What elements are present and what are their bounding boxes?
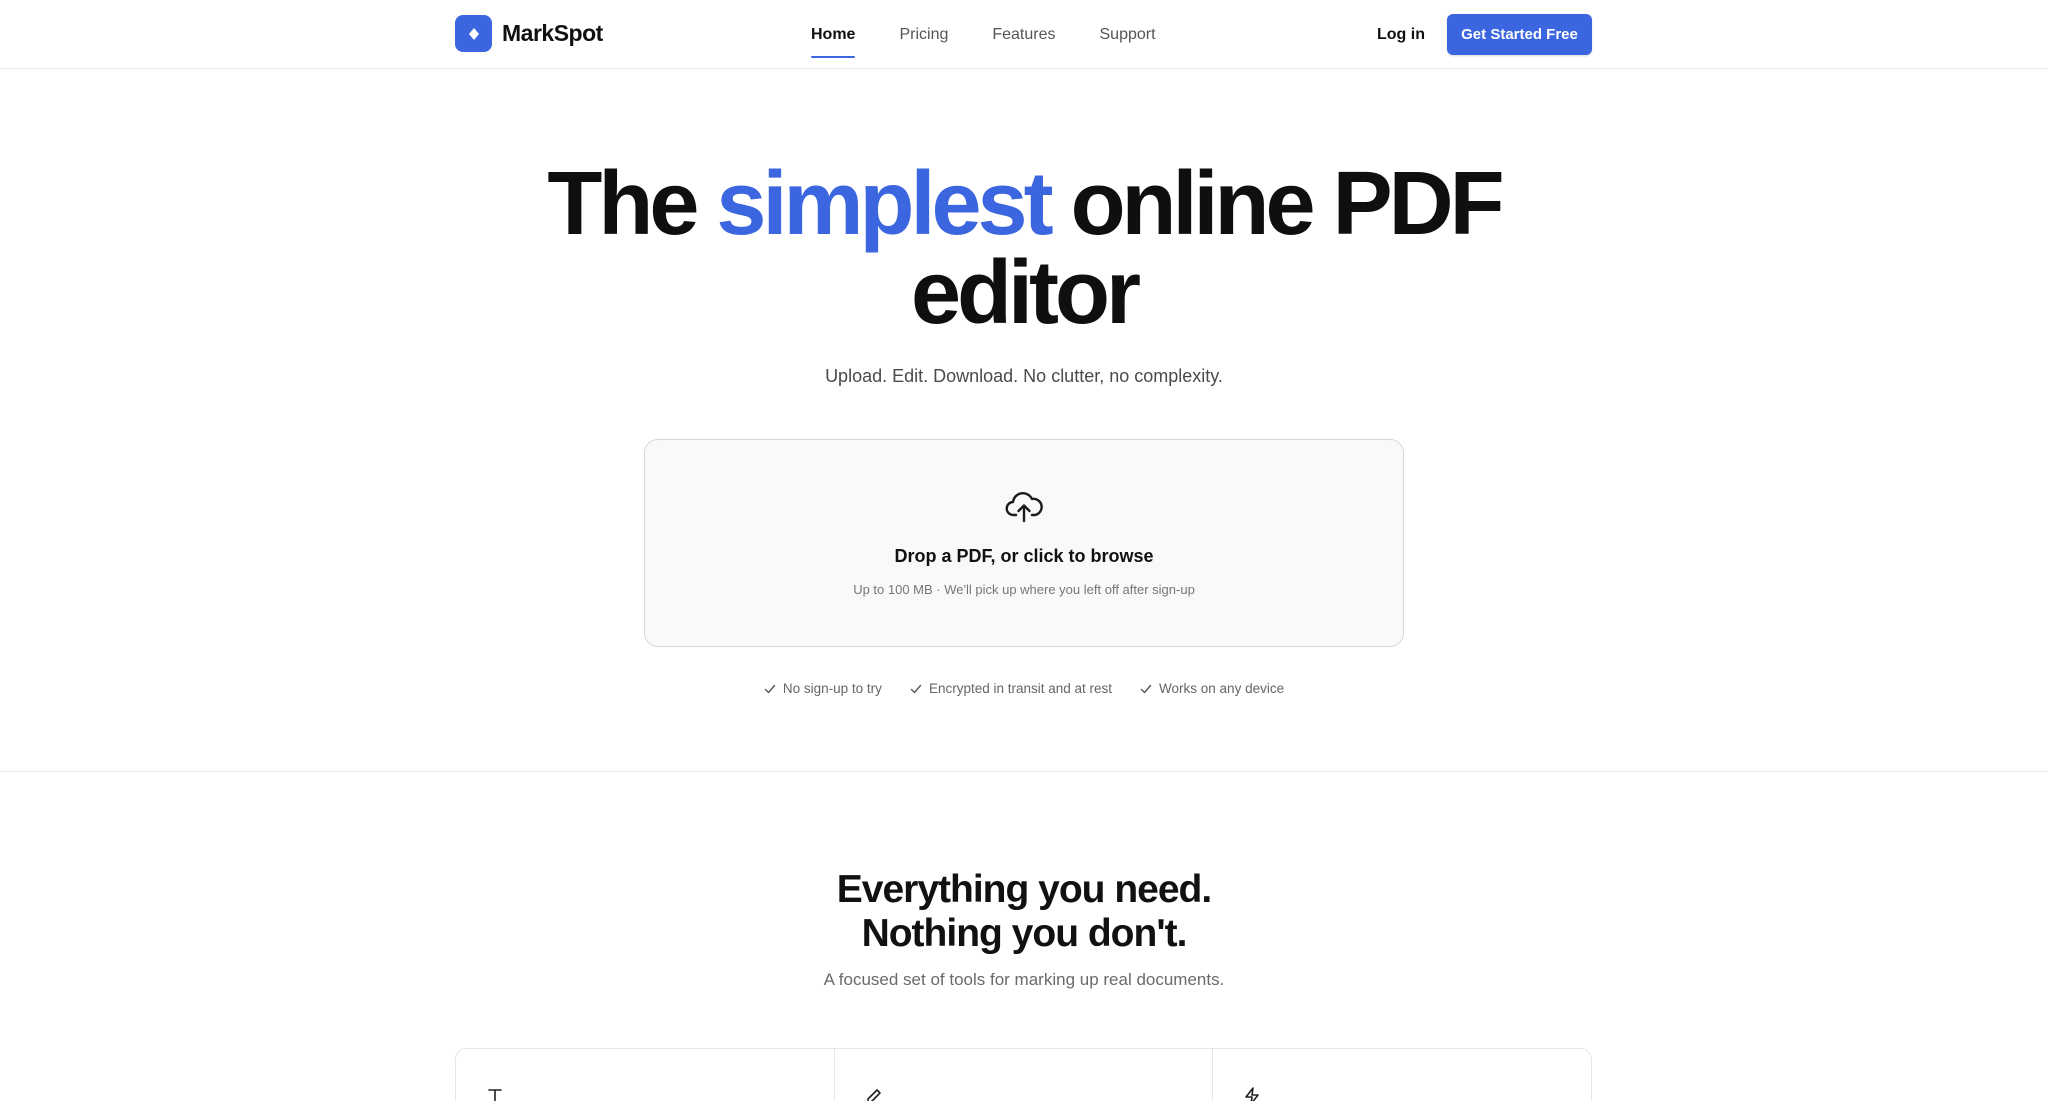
hero-title-start: The	[547, 154, 717, 254]
features-subtitle: A focused set of tools for marking up re…	[823, 970, 1225, 989]
logo-link[interactable]: MarkSpot	[455, 15, 603, 52]
main-nav: Home Pricing Features Support	[811, 23, 1200, 58]
section-divider	[0, 771, 2048, 772]
assurance-item: Encrypted in transit and at rest	[910, 681, 1112, 696]
lightning-icon	[1245, 1087, 1260, 1101]
cloud-upload-icon	[1005, 492, 1043, 523]
assurance-item: Works on any device	[1140, 681, 1284, 696]
nav-item-home[interactable]: Home	[811, 23, 856, 58]
assurance-list: No sign-up to try Encrypted in transit a…	[0, 681, 2048, 696]
features-title-line2: Nothing you don't.	[861, 912, 1188, 955]
assurance-label: No sign-up to try	[782, 681, 882, 696]
dropzone-title: Drop a PDF, or click to browse	[894, 546, 1154, 566]
hero-title-accent: simplest	[716, 154, 1053, 254]
feature-card	[835, 1049, 1214, 1101]
hero-title: The simplest online PDF editor	[0, 159, 2048, 338]
nav-item-support[interactable]: Support	[1100, 23, 1156, 47]
hero-subtitle: Upload. Edit. Download. No clutter, no c…	[825, 366, 1223, 386]
login-link[interactable]: Log in	[1377, 23, 1425, 47]
site-header: MarkSpot Home Pricing Features Support L…	[0, 0, 2048, 69]
pdf-dropzone[interactable]: Drop a PDF, or click to browse Up to 100…	[644, 439, 1404, 647]
features-title: Everything you need. Nothing you don't.	[0, 868, 2048, 956]
feature-card	[456, 1049, 835, 1101]
get-started-button[interactable]: Get Started Free	[1447, 14, 1592, 55]
hero-title-line2: editor	[910, 243, 1141, 343]
nav-item-features[interactable]: Features	[992, 23, 1055, 47]
text-icon	[488, 1089, 502, 1101]
dropzone-subtitle: Up to 100 MB · We'll pick up where you l…	[853, 582, 1195, 597]
check-icon	[764, 684, 776, 693]
feature-card	[1213, 1049, 1591, 1101]
check-icon	[1140, 684, 1152, 693]
assurance-label: Encrypted in transit and at rest	[928, 681, 1113, 696]
pen-icon	[866, 1089, 881, 1101]
hero-title-end: online PDF	[1049, 154, 1505, 254]
diamond-logo-icon	[455, 15, 492, 52]
nav-item-pricing[interactable]: Pricing	[899, 23, 948, 47]
assurance-item: No sign-up to try	[764, 681, 882, 696]
assurance-label: Works on any device	[1159, 681, 1285, 696]
features-title-line1: Everything you need.	[836, 868, 1212, 911]
check-icon	[910, 684, 922, 693]
brand-name: MarkSpot	[502, 20, 603, 46]
feature-cards	[455, 1048, 1592, 1101]
